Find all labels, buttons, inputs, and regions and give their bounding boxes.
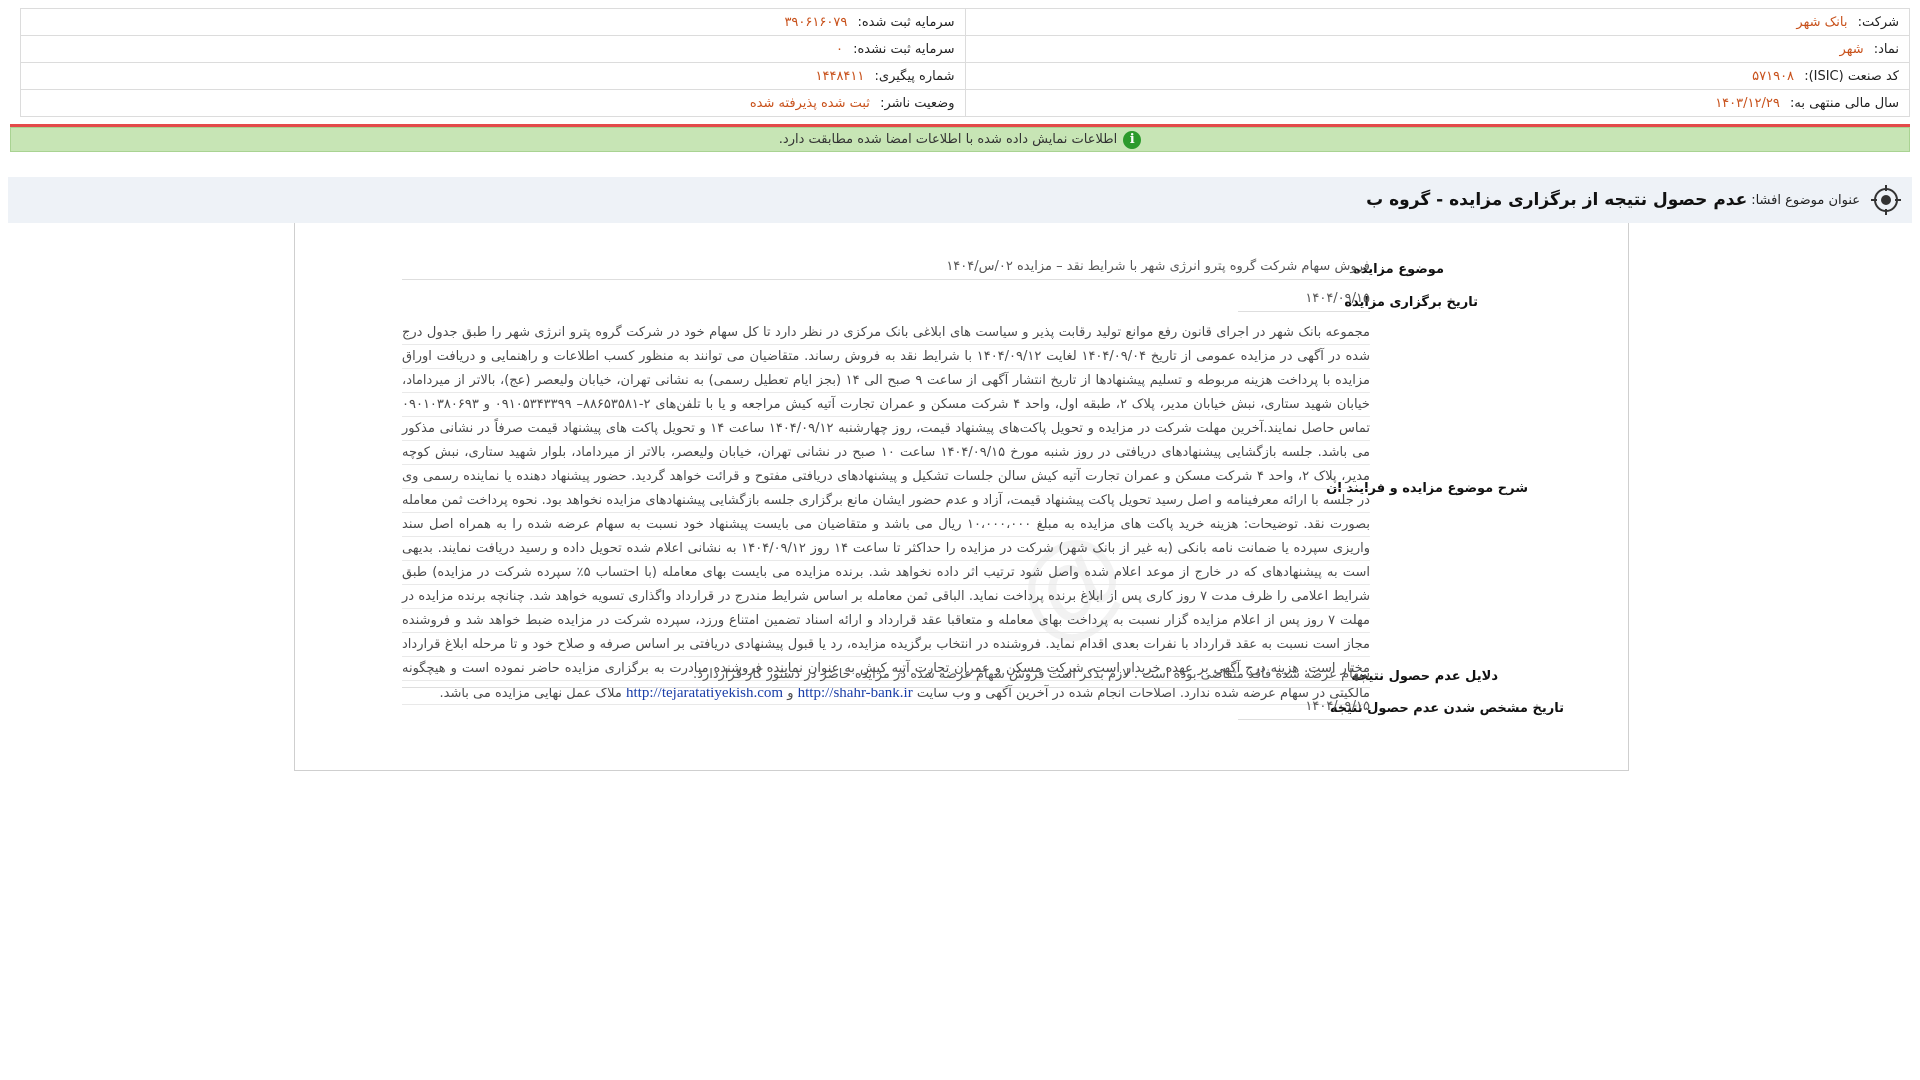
unregistered-capital-value: ۰: [835, 41, 843, 57]
tracking-number-cell: شماره پیگیری: ۱۴۴۸۴۱۱: [20, 62, 966, 90]
auction-process-body: مجموعه بانک شهر در اجرای قانون رفع موانع…: [402, 325, 1371, 701]
auction-process-text: مجموعه بانک شهر در اجرای قانون رفع موانع…: [402, 321, 1370, 706]
fiscal-year-value: ۱۴۰۳/۱۲/۲۹: [1715, 95, 1780, 111]
company-info-table: شرکت: بانک شهر سرمایه ثبت شده: ۳۹۰۶۱۶۰۷۹…: [20, 8, 1910, 117]
auction-process-tail: ملاک عمل نهایی مزایده می باشد.: [439, 686, 622, 701]
publisher-status-label: وضعیت ناشر:: [880, 95, 955, 111]
disclosure-title-prefix: عنوان موضوع افشا:: [1751, 192, 1860, 208]
info-row: نماد: شهر سرمایه ثبت نشده: ۰: [20, 35, 1910, 63]
registered-capital-value: ۳۹۰۶۱۶۰۷۹: [784, 14, 848, 30]
registered-capital-label: سرمایه ثبت شده:: [857, 14, 955, 30]
link-joiner: و: [787, 686, 794, 701]
info-row: سال مالی منتهی به: ۱۴۰۳/۱۲/۲۹ وضعیت ناشر…: [20, 89, 1910, 117]
company-label: شرکت:: [1857, 14, 1899, 30]
auction-subject-value: فروش سهام شرکت گروه پترو انرژی شهر با شر…: [402, 255, 1370, 280]
publisher-status-value: ثبت شده پذیرفته شده: [749, 95, 870, 111]
result-date-value: ۱۴۰۴/۰۹/۱۵: [1238, 695, 1370, 720]
registered-capital-cell: سرمایه ثبت شده: ۳۹۰۶۱۶۰۷۹: [20, 8, 966, 36]
company-value[interactable]: بانک شهر: [1796, 15, 1847, 30]
isic-value: ۵۷۱۹۰۸: [1752, 68, 1795, 84]
info-row: شرکت: بانک شهر سرمایه ثبت شده: ۳۹۰۶۱۶۰۷۹: [20, 8, 1910, 36]
symbol-cell: نماد: شهر: [964, 35, 1910, 63]
symbol-label: نماد:: [1873, 41, 1899, 57]
verification-notice-text: اطلاعات نمایش داده شده با اطلاعات امضا ش…: [778, 132, 1118, 147]
unregistered-capital-cell: سرمایه ثبت نشده: ۰: [20, 35, 966, 63]
auction-details-panel: @ موضوع مزایده فروش سهام شرکت گروه پترو …: [294, 223, 1629, 771]
info-icon: i: [1123, 130, 1142, 149]
verification-notice: i اطلاعات نمایش داده شده با اطلاعات امضا…: [10, 127, 1910, 152]
tracking-number-value: ۱۴۴۸۴۱۱: [815, 68, 865, 84]
isic-label: کد صنعت (ISIC):: [1804, 68, 1899, 84]
failure-reasons-label: دلایل عدم حصول نتیجه: [1351, 669, 1498, 684]
info-row: کد صنعت (ISIC): ۵۷۱۹۰۸ شماره پیگیری: ۱۴۴…: [20, 62, 1910, 90]
tracking-number-label: شماره پیگیری:: [874, 68, 955, 84]
failure-reasons-value: سهام عرضه شده فاقد متقاضی بوده است . لاز…: [402, 663, 1370, 688]
symbol-value[interactable]: شهر: [1840, 42, 1864, 57]
publisher-status-cell: وضعیت ناشر: ثبت شده پذیرفته شده: [20, 89, 966, 117]
fiscal-year-cell: سال مالی منتهی به: ۱۴۰۳/۱۲/۲۹: [964, 89, 1910, 117]
fiscal-year-label: سال مالی منتهی به:: [1789, 95, 1899, 111]
page-title: عدم حصول نتیجه از برگزاری مزایده - گروه …: [1366, 190, 1748, 210]
target-icon: [1871, 185, 1901, 215]
isic-cell: کد صنعت (ISIC): ۵۷۱۹۰۸: [964, 62, 1910, 90]
company-cell: شرکت: بانک شهر: [964, 8, 1910, 36]
auction-date-value: ۱۴۰۴/۰۹/۱۵: [1238, 287, 1370, 312]
disclosure-title-bar: عنوان موضوع افشا: عدم حصول نتیجه از برگز…: [8, 177, 1912, 223]
unregistered-capital-label: سرمایه ثبت نشده:: [853, 41, 955, 57]
